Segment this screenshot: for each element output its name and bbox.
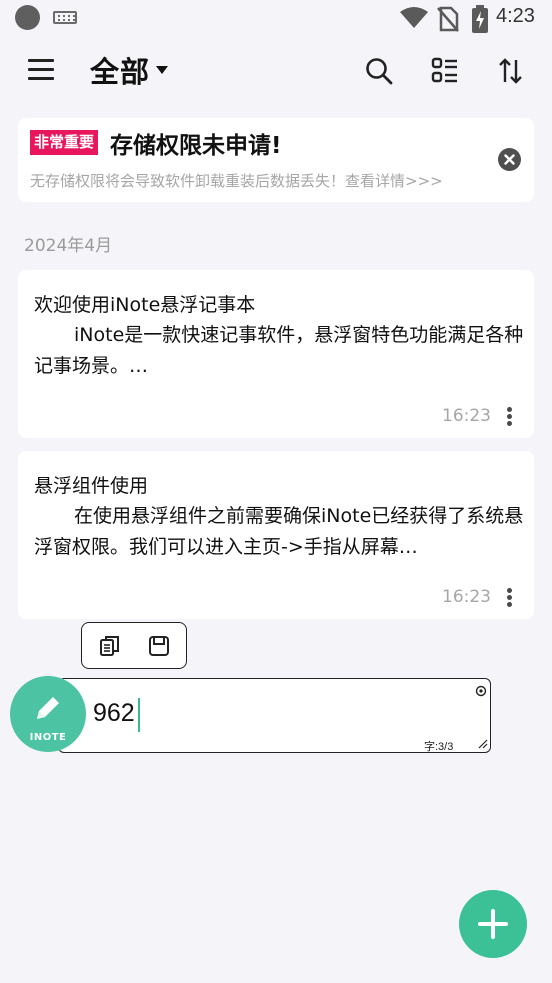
list-view-icon[interactable] <box>430 56 460 86</box>
note-card[interactable]: 欢迎使用iNote悬浮记事本 iNote是一款快速记事软件，悬浮窗特色功能满足各… <box>18 270 534 438</box>
inote-label: INOTE <box>29 732 67 743</box>
more-options-icon[interactable] <box>507 407 513 427</box>
menu-icon[interactable] <box>28 59 54 81</box>
keyboard-icon <box>53 11 77 24</box>
save-icon[interactable] <box>148 635 170 657</box>
category-selector[interactable]: 全部 <box>90 50 169 90</box>
floating-input-text[interactable]: 962 <box>93 699 135 728</box>
warning-subtitle[interactable]: 无存储权限将会导致软件卸载重装后数据丢失！查看详情>>> <box>30 170 443 191</box>
text-cursor <box>138 698 140 732</box>
app-bar: 全部 <box>0 44 552 100</box>
note-title: 欢迎使用iNote悬浮记事本 <box>34 294 256 316</box>
inote-floating-ball[interactable]: INOTE <box>10 676 86 752</box>
sort-icon[interactable] <box>496 56 526 86</box>
plus-icon-v <box>491 909 495 939</box>
important-badge: 非常重要 <box>30 130 99 155</box>
more-options-icon[interactable] <box>507 588 513 608</box>
pencil-icon <box>37 697 59 719</box>
copy-icon[interactable] <box>99 635 121 657</box>
settings-icon[interactable] <box>475 685 487 697</box>
page-title: 全部 <box>90 55 151 89</box>
char-count: 字:3/3 <box>424 741 454 753</box>
search-icon[interactable] <box>364 56 394 86</box>
note-time: 16:23 <box>442 406 491 426</box>
resize-handle-icon[interactable] <box>478 739 488 749</box>
status-time: 4:23 <box>496 5 535 27</box>
note-body: 在使用悬浮组件之前需要确保iNote已经获得了系统悬浮窗权限。我们可以进入主页-… <box>34 505 524 558</box>
permission-warning-card[interactable]: 非常重要 存储权限未申请! 无存储权限将会导致软件卸载重装后数据丢失！查看详情>… <box>18 118 534 202</box>
month-header: 2024年4月 <box>24 236 113 256</box>
status-bar: 4:23 <box>0 0 552 38</box>
warning-title: 存储权限未申请! <box>110 133 282 159</box>
dropdown-caret-icon <box>156 66 169 74</box>
floating-note-input[interactable]: 962 字:3/3 <box>58 678 491 753</box>
close-icon[interactable] <box>498 148 521 171</box>
floating-toolbar <box>81 622 187 669</box>
no-sim-icon <box>437 6 459 32</box>
note-title: 悬浮组件使用 <box>34 475 149 497</box>
notification-dot-icon <box>15 5 40 30</box>
wifi-icon <box>400 7 428 28</box>
battery-charging-icon <box>472 5 488 33</box>
note-card[interactable]: 悬浮组件使用 在使用悬浮组件之前需要确保iNote已经获得了系统悬浮窗权限。我们… <box>18 451 534 619</box>
add-note-button[interactable] <box>459 890 527 958</box>
note-body: iNote是一款快速记事软件，悬浮窗特色功能满足各种记事场景。… <box>34 324 524 377</box>
note-time: 16:23 <box>442 587 491 607</box>
